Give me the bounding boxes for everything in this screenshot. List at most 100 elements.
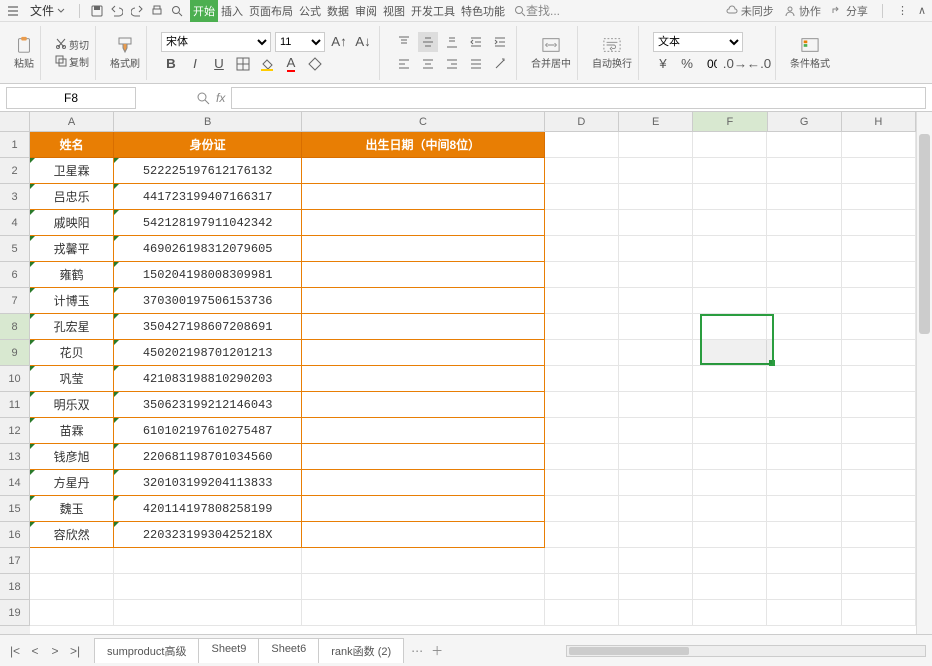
sheet-tab-0[interactable]: sumproduct高级 xyxy=(94,638,199,663)
cell-G15[interactable] xyxy=(767,496,841,522)
formula-input[interactable] xyxy=(231,87,926,109)
undo-icon[interactable] xyxy=(110,4,124,18)
cell-F6[interactable] xyxy=(693,262,767,288)
cell-G17[interactable] xyxy=(767,548,841,574)
cell-G14[interactable] xyxy=(767,470,841,496)
cell-G5[interactable] xyxy=(767,236,841,262)
fx-icon[interactable]: fx xyxy=(216,91,225,105)
preview-icon[interactable] xyxy=(170,4,184,18)
row-header-19[interactable]: 19 xyxy=(0,600,30,626)
cell-F8[interactable] xyxy=(693,314,767,340)
cell-B19[interactable] xyxy=(114,600,302,626)
cell-F5[interactable] xyxy=(693,236,767,262)
cell-H7[interactable] xyxy=(842,288,916,314)
increase-indent-button[interactable] xyxy=(490,32,510,52)
cell-C7[interactable] xyxy=(302,288,544,314)
cell-E10[interactable] xyxy=(619,366,693,392)
cell-F18[interactable] xyxy=(693,574,767,600)
cell-B8[interactable]: 350427198607208691 xyxy=(114,314,302,340)
cell-E4[interactable] xyxy=(619,210,693,236)
ribbon-tab-1[interactable]: 插入 xyxy=(218,0,246,22)
cell-E15[interactable] xyxy=(619,496,693,522)
cell-E19[interactable] xyxy=(619,600,693,626)
align-top-button[interactable] xyxy=(394,32,414,52)
conditional-format-button[interactable]: 条件格式 xyxy=(790,36,830,70)
cell-F14[interactable] xyxy=(693,470,767,496)
cell-E16[interactable] xyxy=(619,522,693,548)
cell-B1[interactable]: 身份证 xyxy=(114,132,302,158)
merge-center-button[interactable]: 合并居中 xyxy=(531,36,571,70)
row-header-6[interactable]: 6 xyxy=(0,262,30,288)
name-box[interactable] xyxy=(6,87,136,109)
col-header-F[interactable]: F xyxy=(693,112,767,131)
cell-A1[interactable]: 姓名 xyxy=(30,132,114,158)
ribbon-tab-4[interactable]: 数据 xyxy=(324,0,352,22)
cell-H14[interactable] xyxy=(842,470,916,496)
cell-H18[interactable] xyxy=(842,574,916,600)
cell-C10[interactable] xyxy=(302,366,544,392)
align-right-button[interactable] xyxy=(442,54,462,74)
cell-E9[interactable] xyxy=(619,340,693,366)
decrease-indent-button[interactable] xyxy=(466,32,486,52)
cell-B2[interactable]: 522225197612176132 xyxy=(114,158,302,184)
cell-D16[interactable] xyxy=(545,522,619,548)
row-header-9[interactable]: 9 xyxy=(0,340,30,366)
underline-button[interactable]: U xyxy=(209,54,229,74)
decrease-font-button[interactable]: A↓ xyxy=(353,32,373,52)
effects-button[interactable] xyxy=(305,54,325,74)
cell-C19[interactable] xyxy=(302,600,544,626)
border-button[interactable] xyxy=(233,54,253,74)
cell-F15[interactable] xyxy=(693,496,767,522)
cell-F10[interactable] xyxy=(693,366,767,392)
sheet-prev-button[interactable]: < xyxy=(26,642,44,660)
fill-color-button[interactable] xyxy=(257,54,277,74)
format-painter-button[interactable]: 格式刷 xyxy=(110,36,140,70)
cell-G10[interactable] xyxy=(767,366,841,392)
cell-D1[interactable] xyxy=(545,132,619,158)
sheet-tab-2[interactable]: Sheet6 xyxy=(258,638,319,663)
row-header-2[interactable]: 2 xyxy=(0,158,30,184)
cell-C11[interactable] xyxy=(302,392,544,418)
cell-D17[interactable] xyxy=(545,548,619,574)
cell-E13[interactable] xyxy=(619,444,693,470)
row-header-7[interactable]: 7 xyxy=(0,288,30,314)
cell-B6[interactable]: 150204198008309981 xyxy=(114,262,302,288)
cell-E3[interactable] xyxy=(619,184,693,210)
row-header-14[interactable]: 14 xyxy=(0,470,30,496)
cell-C17[interactable] xyxy=(302,548,544,574)
cell-E5[interactable] xyxy=(619,236,693,262)
percent-button[interactable]: % xyxy=(677,54,697,74)
currency-button[interactable]: ¥ xyxy=(653,54,673,74)
cell-A16[interactable]: 容欣然 xyxy=(30,522,114,548)
ribbon-tab-5[interactable]: 审阅 xyxy=(352,0,380,22)
save-icon[interactable] xyxy=(90,4,104,18)
cell-G3[interactable] xyxy=(767,184,841,210)
cell-A12[interactable]: 苗霖 xyxy=(30,418,114,444)
zoom-fx-icon[interactable] xyxy=(196,91,210,105)
cell-B14[interactable]: 320103199204113833 xyxy=(114,470,302,496)
sheet-more-button[interactable]: ⋯ xyxy=(411,644,423,658)
cell-A4[interactable]: 戚映阳 xyxy=(30,210,114,236)
cell-D15[interactable] xyxy=(545,496,619,522)
sheet-tab-3[interactable]: rank函数 (2) xyxy=(318,638,404,663)
cell-B16[interactable]: 22032319930425218X xyxy=(114,522,302,548)
orientation-button[interactable] xyxy=(490,54,510,74)
cell-D18[interactable] xyxy=(545,574,619,600)
font-size-select[interactable]: 11 xyxy=(275,32,325,52)
cell-G19[interactable] xyxy=(767,600,841,626)
search-box[interactable]: 查找... xyxy=(514,2,560,19)
justify-button[interactable] xyxy=(466,54,486,74)
cell-B18[interactable] xyxy=(114,574,302,600)
cell-H12[interactable] xyxy=(842,418,916,444)
col-header-H[interactable]: H xyxy=(842,112,916,131)
cell-E11[interactable] xyxy=(619,392,693,418)
align-left-button[interactable] xyxy=(394,54,414,74)
cell-F12[interactable] xyxy=(693,418,767,444)
cell-C4[interactable] xyxy=(302,210,544,236)
copy-button[interactable]: 复制 xyxy=(55,54,89,69)
cell-E1[interactable] xyxy=(619,132,693,158)
cell-H9[interactable] xyxy=(842,340,916,366)
expand-icon[interactable]: ∧ xyxy=(918,4,926,17)
cell-F3[interactable] xyxy=(693,184,767,210)
cell-C15[interactable] xyxy=(302,496,544,522)
